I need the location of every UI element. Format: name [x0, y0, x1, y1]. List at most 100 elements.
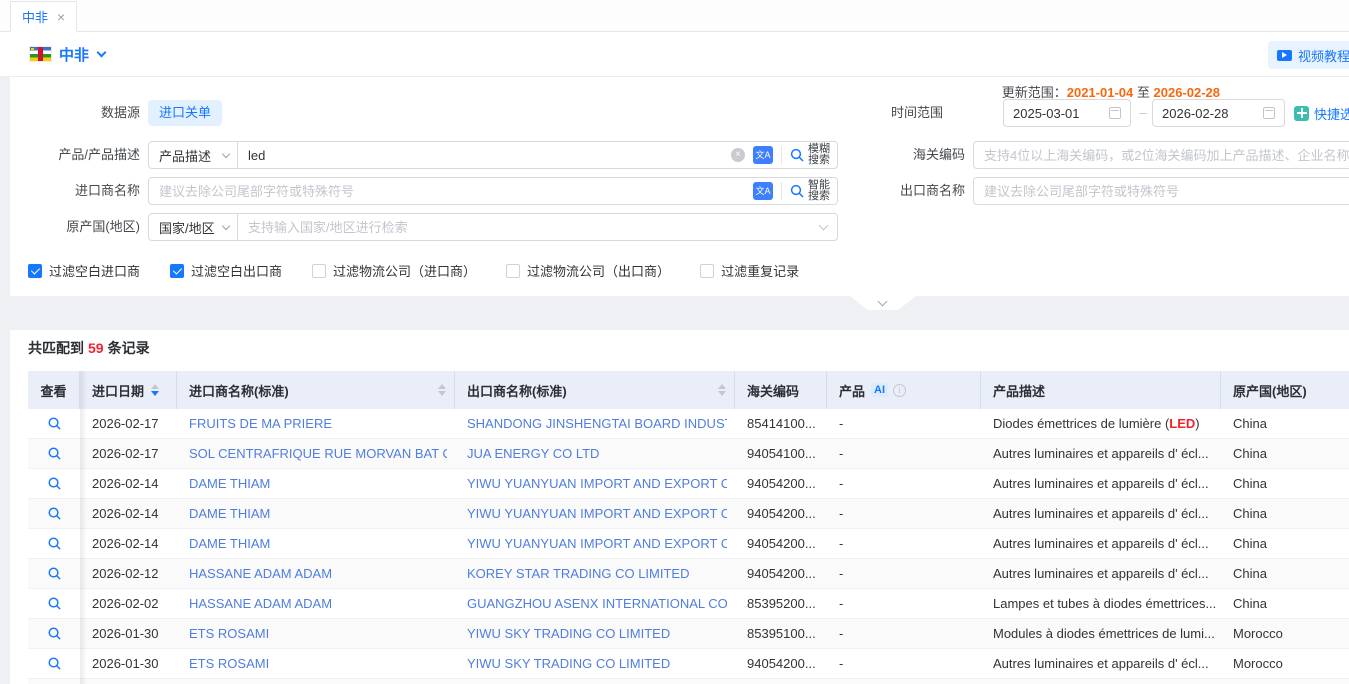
calendar-icon[interactable]	[1263, 107, 1275, 119]
exporter-link[interactable]: YIWU YUANYUAN IMPORT AND EXPORT C...	[467, 476, 727, 491]
clear-icon[interactable]: ×	[731, 148, 745, 162]
product-cell: -	[827, 499, 981, 528]
exporter-link[interactable]: YIWU YUANYUAN IMPORT AND EXPORT C...	[467, 536, 727, 551]
importer-search-input[interactable]	[149, 184, 753, 199]
exporter-link[interactable]: KOREY STAR TRADING CO LIMITED	[467, 566, 689, 581]
data-source-label: 数据源	[10, 99, 140, 127]
chevron-down-icon	[222, 221, 230, 229]
exporter-cell: YIWU SKY TRADING CO LIMITED	[455, 649, 735, 678]
hs-code-cell: 94054200...	[735, 559, 827, 588]
view-record-button[interactable]	[47, 506, 62, 521]
importer-cell: FRUITS DE MA PRIERE	[177, 409, 455, 438]
checkbox-checked-icon[interactable]	[170, 264, 184, 278]
quick-select-icon	[1294, 106, 1309, 121]
view-record-button[interactable]	[47, 656, 62, 671]
smart-search-button[interactable]: 智能搜索	[789, 180, 837, 202]
exporter-link[interactable]: YIWU SKY TRADING CO LIMITED	[467, 626, 670, 641]
col-header-importer[interactable]: 进口商名称(标准)	[177, 371, 455, 409]
importer-cell: DAME THIAM	[177, 499, 455, 528]
view-record-button[interactable]	[47, 476, 62, 491]
product-type-select[interactable]: 产品描述	[148, 141, 238, 169]
product-cell: -	[827, 469, 981, 498]
view-record-button[interactable]	[47, 536, 62, 551]
origin-type-select[interactable]: 国家/地区	[148, 213, 238, 241]
importer-link[interactable]: HASSANE ADAM ADAM	[189, 566, 332, 581]
table-row: 2026-01-30ETS ROSAMIYIWU SKY TRADING CO …	[28, 619, 1349, 649]
tab-zhongfei[interactable]: 中非 ×	[10, 1, 77, 32]
col-header-import-date[interactable]: 进口日期	[80, 371, 177, 409]
importer-link[interactable]: ETS ROSAMI	[189, 626, 269, 641]
table-row: 2026-01-30ETS ROSAMIYIWU SKY TRADING CO …	[28, 649, 1349, 679]
date-end-field[interactable]	[1152, 99, 1285, 127]
exporter-link[interactable]: YIWU SKY TRADING CO LIMITED	[467, 656, 670, 671]
view-cell	[28, 409, 80, 438]
table-row: 2026-02-14DAME THIAMYIWU YUANYUAN IMPORT…	[28, 529, 1349, 559]
importer-link[interactable]: DAME THIAM	[189, 476, 270, 491]
table-body: 2026-02-17FRUITS DE MA PRIERESHANDONG JI…	[28, 409, 1349, 684]
video-tutorial-button[interactable]: 视频教程	[1268, 41, 1349, 69]
country-selector[interactable]: 中非	[59, 44, 89, 65]
hs-code-label: 海关编码	[865, 141, 965, 169]
date-start-field[interactable]	[1003, 99, 1131, 127]
quick-select-button[interactable]: 快捷选	[1294, 99, 1349, 127]
product-cell: -	[827, 409, 981, 438]
filter-checkbox[interactable]: 过滤物流公司（出口商）	[506, 261, 670, 280]
sort-icon[interactable]	[151, 384, 159, 396]
importer-link[interactable]: FRUITS DE MA PRIERE	[189, 416, 332, 431]
checkbox-unchecked-icon[interactable]	[506, 264, 520, 278]
chevron-down-icon[interactable]	[97, 48, 107, 58]
results-table: 查看 进口日期 进口商名称(标准) 出口商名称(标准) 海关编码 产品 AI	[28, 371, 1349, 684]
exporter-search-input[interactable]	[974, 184, 1349, 199]
checkbox-unchecked-icon[interactable]	[312, 264, 326, 278]
video-tutorial-label: 视频教程	[1298, 46, 1349, 65]
checkbox-checked-icon[interactable]	[28, 264, 42, 278]
divider	[781, 146, 782, 164]
date-start-input[interactable]	[1013, 106, 1109, 121]
date-end-input[interactable]	[1162, 106, 1263, 121]
view-cell	[28, 559, 80, 588]
hs-code-cell: 85414100...	[735, 409, 827, 438]
data-source-import-button[interactable]: 进口关单	[148, 100, 222, 126]
product-desc-cell: Autres luminaires et appareils d' écl...	[981, 559, 1221, 588]
filter-checkbox[interactable]: 过滤重复记录	[700, 261, 799, 280]
importer-link[interactable]: DAME THIAM	[189, 536, 270, 551]
importer-link[interactable]: ETS ROSAMI	[189, 656, 269, 671]
exporter-link[interactable]: SHANDONG JINSHENGTAI BOARD INDUST...	[467, 416, 727, 431]
sort-icon[interactable]	[438, 384, 446, 396]
filter-checkbox[interactable]: 过滤物流公司（进口商）	[312, 261, 476, 280]
origin-country-input[interactable]	[238, 220, 820, 235]
checkbox-unchecked-icon[interactable]	[700, 264, 714, 278]
exporter-link[interactable]: YIWU YUANYUAN IMPORT AND EXPORT C...	[467, 506, 727, 521]
view-record-button[interactable]	[47, 416, 62, 431]
translate-icon[interactable]: 文A	[753, 182, 773, 200]
collapse-panel-button[interactable]	[850, 296, 916, 310]
importer-link[interactable]: DAME THIAM	[189, 506, 270, 521]
view-record-button[interactable]	[47, 626, 62, 641]
calendar-icon[interactable]	[1109, 107, 1121, 119]
hs-code-input[interactable]	[974, 148, 1349, 163]
exporter-link[interactable]: JUA ENERGY CO LTD	[467, 446, 599, 461]
exporter-link[interactable]: GUANGZHOU ASENX INTERNATIONAL CO ...	[467, 596, 727, 611]
view-record-button[interactable]	[47, 566, 62, 581]
fuzzy-search-button[interactable]: 模糊搜索	[789, 144, 837, 166]
importer-link[interactable]: HASSANE ADAM ADAM	[189, 596, 332, 611]
filter-checkbox[interactable]: 过滤空白出口商	[170, 261, 282, 280]
col-header-exporter[interactable]: 出口商名称(标准)	[455, 371, 735, 409]
sort-icon[interactable]	[718, 384, 726, 396]
view-record-button[interactable]	[47, 446, 62, 461]
col-header-product-desc: 产品描述	[981, 371, 1221, 409]
close-icon[interactable]: ×	[57, 10, 65, 24]
match-count: 59	[84, 340, 108, 356]
product-search-input[interactable]	[238, 148, 731, 163]
origin-cell: China	[1221, 499, 1349, 528]
importer-link[interactable]: SOL CENTRAFRIQUE RUE MORVAN BAT OF...	[189, 446, 447, 461]
exporter-cell: JUA ENERGY CO LTD	[455, 439, 735, 468]
translate-icon[interactable]: 文A	[753, 146, 773, 164]
col-header-product: 产品 AI i	[827, 371, 981, 409]
info-icon[interactable]: i	[893, 384, 906, 397]
filter-checkbox-label: 过滤空白进口商	[49, 261, 140, 280]
filter-checkbox-label: 过滤重复记录	[721, 261, 799, 280]
table-row: 2026-02-14DAME THIAMYIWU YUANYUAN IMPORT…	[28, 469, 1349, 499]
view-record-button[interactable]	[47, 596, 62, 611]
filter-checkbox[interactable]: 过滤空白进口商	[28, 261, 140, 280]
